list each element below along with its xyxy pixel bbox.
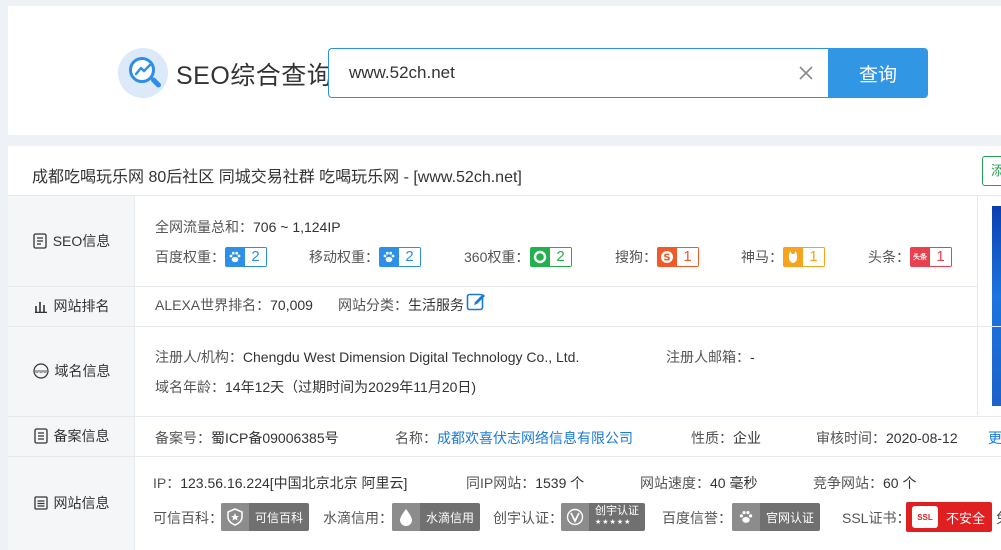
weight-label: 移动权重：	[309, 249, 379, 265]
weight-badge[interactable]: 头条 1	[910, 247, 952, 267]
info-panel: 成都吃喝玩乐网 80后社区 同城交易社群 吃喝玩乐网 - [www.52ch.n…	[8, 146, 1001, 550]
svg-text:S: S	[663, 253, 670, 264]
document-icon	[33, 232, 47, 249]
360-icon	[530, 247, 550, 267]
weight-badge[interactable]: 1	[783, 247, 825, 267]
registrant-email: 注册人邮箱：-	[666, 349, 755, 365]
weight-label: 头条：	[868, 249, 910, 265]
shenma-icon	[783, 247, 803, 267]
row-label-webinfo: 网站信息	[8, 456, 135, 550]
cert-label: 百度信誉：	[662, 510, 732, 526]
search-box	[328, 48, 828, 98]
weight-label: 360权重：	[464, 249, 530, 265]
weight-value: 2	[550, 247, 572, 267]
icp-audit-time: 审核时间：2020-08-12	[816, 430, 958, 446]
row-label-domain: www 域名信息	[32, 363, 111, 379]
site-thumbnail	[977, 195, 1001, 415]
weight-value: 2	[245, 247, 267, 267]
icp-name-link[interactable]: 成都欢喜伏志网络信息有限公司	[437, 430, 633, 446]
site-title: 成都吃喝玩乐网 80后社区 同城交易社群 吃喝玩乐网 - [www.52ch.n…	[32, 169, 522, 186]
ssl-label: SSL证书：	[842, 510, 911, 526]
weight-label: 神马：	[741, 249, 783, 265]
cert-badge[interactable]: 水滴信用	[392, 503, 481, 531]
domain-age: 域名年龄：14年12天（过期时间为2029年11月20日)	[155, 379, 477, 395]
weight-label: 百度权重：	[155, 249, 225, 265]
baidu-paw-icon	[225, 247, 245, 267]
cert-badge[interactable]: 官网认证	[732, 503, 821, 531]
weight-badge[interactable]: 2	[379, 247, 421, 267]
cert-label: 水滴信用：	[323, 510, 393, 526]
alexa-rank: ALEXA世界排名：70,009	[155, 297, 313, 313]
water-drop-icon	[392, 503, 420, 531]
list-icon	[33, 496, 48, 510]
weight-value: 1	[803, 247, 825, 267]
registrant: 注册人/机构：Chengdu West Dimension Digital Te…	[155, 349, 580, 365]
search-panel: SEO综合查询 查询	[8, 6, 1001, 135]
record-icon	[33, 428, 48, 444]
icp-number: 备案号：蜀ICP备09006385号	[155, 430, 339, 446]
edit-icon[interactable]	[466, 292, 486, 312]
cert-badge[interactable]: 可信百科	[221, 503, 310, 531]
ssl-tail: 免	[996, 508, 1001, 528]
icp-nature: 性质：企业	[691, 430, 761, 446]
icp-name: 名称：成都欢喜伏志网络信息有限公司	[395, 430, 633, 446]
bar-chart-icon	[34, 302, 47, 313]
clear-icon[interactable]	[799, 66, 813, 80]
same-ip-sites: 同IP网站：1539 个	[466, 475, 585, 491]
baidu-paw-icon	[379, 247, 399, 267]
row-label-seo: SEO信息	[8, 195, 135, 286]
page-title: SEO综合查询	[176, 62, 333, 90]
traffic-total: 全网流量总和：706 ~ 1,124IP	[155, 219, 341, 235]
svg-text:www: www	[34, 369, 46, 375]
compete-sites: 竞争网站：60 个	[813, 475, 917, 491]
row-label-rank: 网站排名	[8, 286, 135, 326]
ssl-badge[interactable]: SSL 不安全	[906, 502, 992, 532]
v-shield-icon	[561, 503, 589, 531]
weight-value: 2	[399, 247, 421, 267]
site-speed: 网站速度：40 毫秒	[640, 475, 758, 491]
cert-badge[interactable]: 创宇认证 ★★★★★	[561, 503, 645, 531]
weight-value: 1	[930, 247, 952, 267]
search-button[interactable]: 查询	[828, 48, 928, 98]
weight-badge[interactable]: S1	[657, 247, 699, 267]
cert-badge-text: 官网认证	[766, 510, 815, 525]
cert-badge-text: 可信百科	[255, 510, 304, 525]
weight-badge[interactable]: 2	[225, 247, 267, 267]
cert-label: 可信百科：	[153, 510, 223, 526]
row-label-icp: 备案信息	[8, 416, 135, 456]
site-category: 网站分类：生活服务	[338, 297, 464, 313]
www-icon: www	[32, 363, 49, 379]
search-input[interactable]	[349, 49, 779, 97]
weight-label: 搜狗：	[615, 249, 657, 265]
icp-more-link[interactable]: 更	[988, 428, 1001, 448]
ip-address: IP：123.56.16.224[中国北京北京 阿里云]	[153, 475, 408, 491]
toutiao-icon: 头条	[910, 247, 930, 267]
cert-badge-text: 创宇认证 ★★★★★	[595, 505, 639, 527]
shield-star-icon	[221, 503, 249, 531]
baidu-paw-icon	[732, 503, 760, 531]
add-button[interactable]: 添	[982, 156, 1001, 186]
sogou-icon: S	[657, 247, 677, 267]
cert-label: 创宇认证：	[493, 510, 563, 526]
seo-logo-icon	[118, 48, 168, 98]
cert-badge-text: 水滴信用	[426, 510, 475, 525]
weight-value: 1	[677, 247, 699, 267]
weight-badge[interactable]: 2	[530, 247, 572, 267]
ssl-icon: SSL	[912, 506, 938, 528]
